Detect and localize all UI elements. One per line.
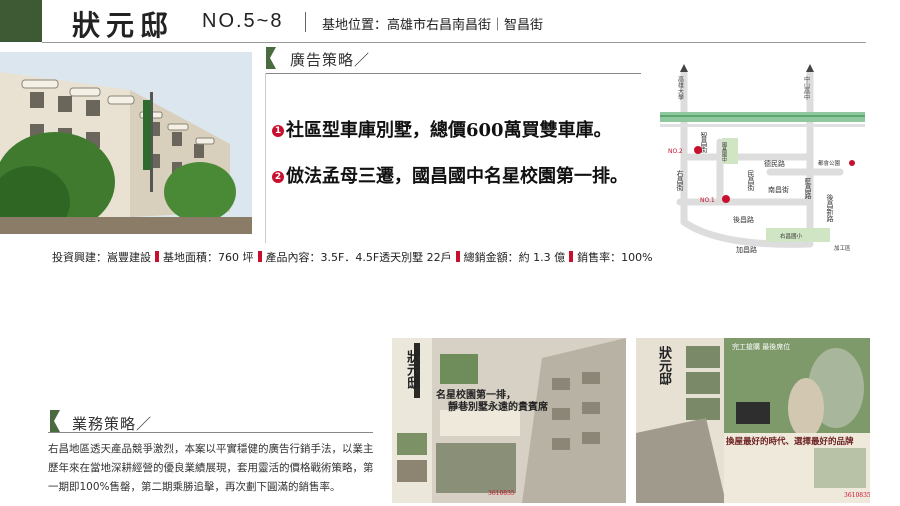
ad-point-1: 1 社區型車庫別墅，總價600萬買雙車庫。: [272, 116, 612, 142]
map-road-label: 加昌路: [736, 245, 757, 254]
map-marker-label: 都會公園: [818, 159, 841, 167]
map-road-label: 後昌路: [733, 215, 754, 224]
map-road-label: 右昌街: [676, 169, 684, 192]
map-label: 中山高中: [803, 75, 810, 101]
section-marker-icon: [266, 47, 276, 69]
map-label: 高雄大學: [677, 75, 684, 101]
project-number: NO.5~8: [202, 10, 284, 32]
map-school-label: 右昌國小: [780, 232, 803, 240]
ad-strategy-rule: [265, 73, 641, 74]
ad1-headline-2: 靜巷別墅永遠的貴賓席: [448, 402, 548, 413]
ad-point-2: 2 倣法孟母三遷，國昌國中名星校園第一排。: [272, 162, 628, 188]
ad-point-text: 倣法孟母三遷，國昌國中名星校園第一排。: [286, 166, 628, 187]
map-road-label: 南昌街: [768, 185, 789, 194]
info-total-sales: 總銷金額：約 1.3 億: [463, 251, 566, 264]
info-site-area: 基地面積：760 坪: [163, 251, 254, 264]
business-strategy-rule: [48, 432, 373, 433]
ad1-phone: 3610835: [488, 490, 515, 497]
map-marker-label: NO.2: [668, 148, 683, 155]
ad-strategy-divider: [265, 73, 266, 243]
info-separator: [155, 251, 159, 262]
map-school-label: 國昌國中: [721, 142, 727, 163]
info-separator: [455, 251, 460, 262]
info-sales-rate: 銷售率：100%: [577, 251, 653, 264]
project-info-bar: 投資興建：嵩豐建設 基地面積：760 坪產品內容：3.5F．4.5F透天別墅 22…: [52, 249, 653, 265]
ad-image-1: 狀元邸 名星校園第一排， 靜巷別墅永遠的貴賓席 3610835: [392, 338, 626, 503]
header-rule: [42, 42, 866, 43]
project-title: 狀元邸: [72, 9, 175, 42]
map-road-label: 德民路: [764, 159, 785, 168]
ad-image-2: 狀元邸 完工搶購 最後席位 換屋最好的時代、選擇最好的品牌 3610835: [636, 338, 870, 503]
building-photo: [0, 52, 252, 234]
map-marker-no1: [722, 195, 730, 203]
point-number-badge: 1: [272, 125, 284, 137]
header-divider: [305, 12, 306, 32]
ad2-phone: 3610835: [844, 492, 870, 499]
info-developer: 投資興建：嵩豐建設: [52, 251, 151, 264]
map-marker-label: NO.1: [700, 197, 715, 204]
business-strategy-title: 業務策略／: [72, 415, 153, 433]
map-marker-no2: [694, 146, 702, 154]
ad2-headline: 換屋最好的時代、選擇最好的品牌: [726, 437, 854, 447]
ad-point-text: 社區型車庫別墅，總價600萬買雙車庫。: [286, 120, 612, 141]
ad1-logo: 狀元邸: [404, 350, 419, 389]
point-number-badge: 2: [272, 171, 284, 183]
map-marker-park: [849, 160, 855, 166]
location-map: 高雄大學 中山高中 智昌街 國昌國中 右昌街 德民路 民昌街 南昌街 藍昌路 後…: [660, 62, 865, 258]
ad2-top-right: 完工搶購 最後席位: [732, 343, 791, 351]
section-marker-icon: [50, 410, 60, 432]
map-road-label: 民昌街: [747, 170, 755, 192]
header-color-block: [0, 0, 42, 42]
map-road-label: 後昌新路: [826, 193, 834, 223]
info-separator: [569, 251, 574, 262]
map-road-label: 藍昌路: [804, 177, 812, 200]
ad2-logo: 狀元邸: [656, 346, 671, 385]
project-location: 基地位置：高雄市右昌南昌街｜智昌街: [322, 18, 544, 33]
business-strategy-text: 右昌地區透天產品競爭激烈，本案以平實穩健的廣告行銷手法，以業主歷年來在當地深耕經…: [48, 443, 374, 493]
map-marker-label: 加工區: [834, 244, 851, 252]
info-product: 產品內容：3.5F．4.5F透天別墅 22戶: [265, 251, 452, 264]
ad-strategy-title: 廣告策略／: [290, 51, 371, 69]
info-separator: [257, 251, 262, 262]
